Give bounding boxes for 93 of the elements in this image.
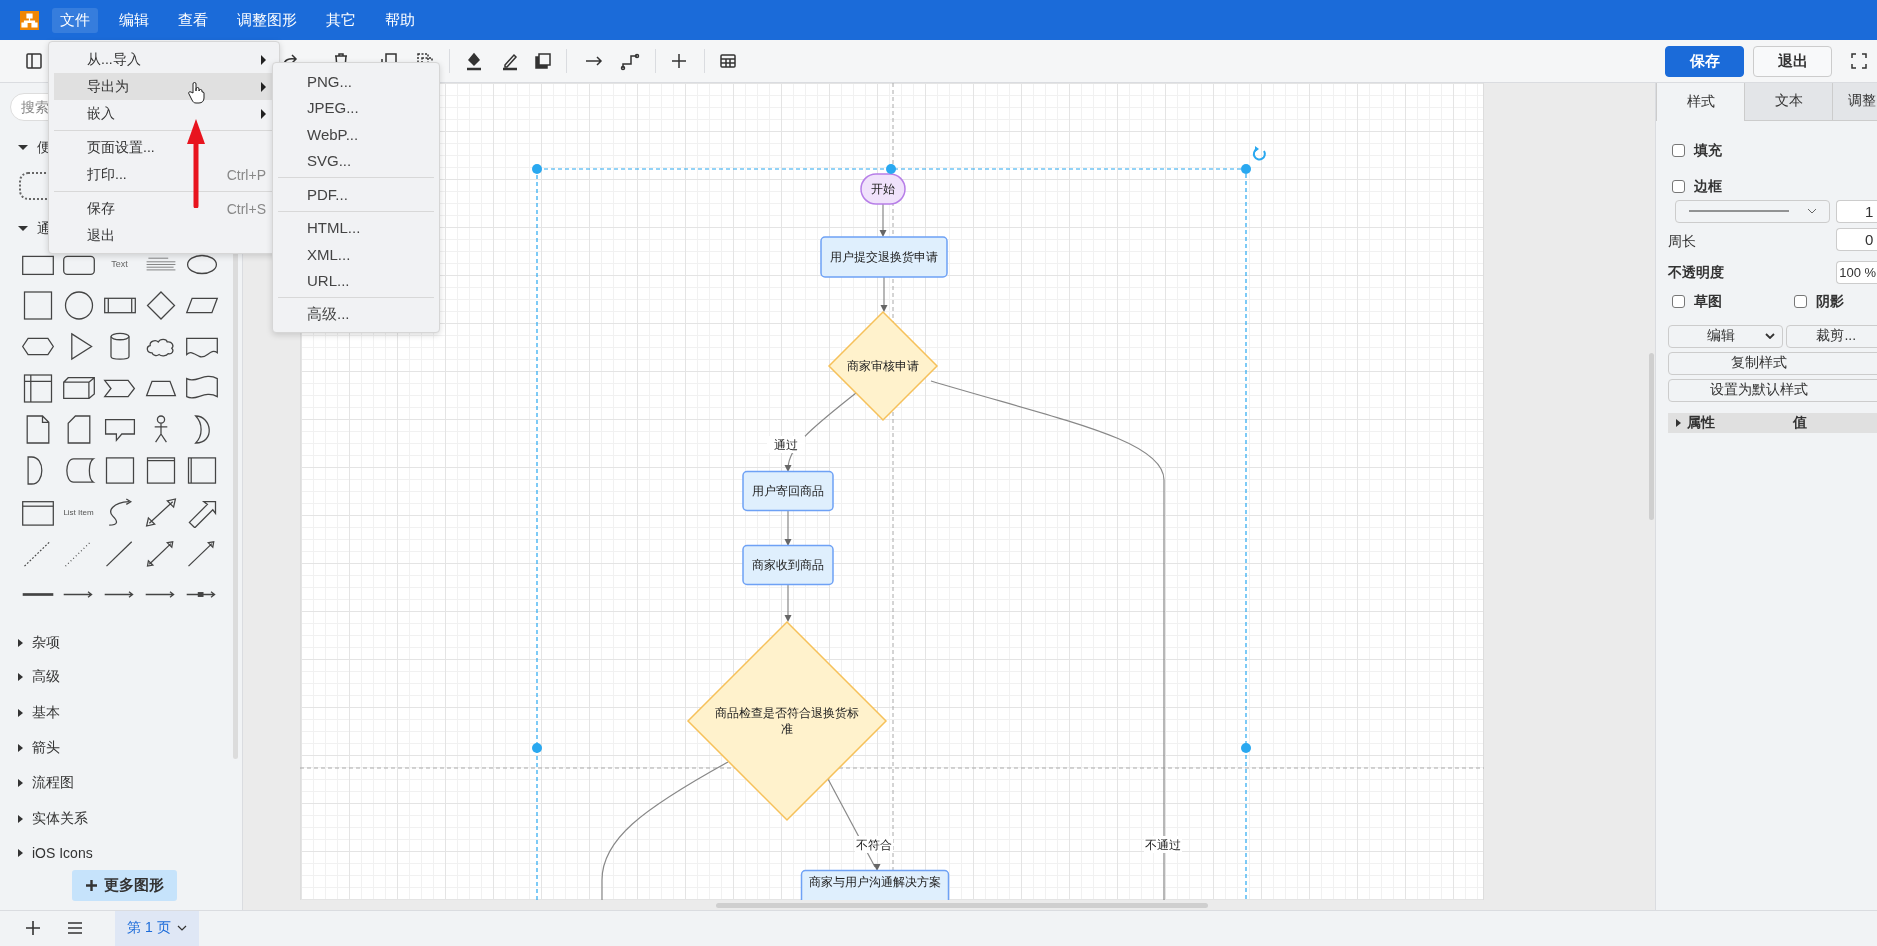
menu-item[interactable]: 编辑: [111, 7, 157, 33]
field-label: 不透明度: [1668, 263, 1725, 282]
save-button[interactable]: 保存: [1665, 46, 1744, 78]
line-color-icon[interactable]: [500, 51, 520, 72]
connector-arrow: [784, 584, 792, 622]
decision-node[interactable]: 商品检查是否符合退换货标准: [686, 620, 887, 821]
menu-item[interactable]: JPEG...: [278, 94, 434, 121]
plus-icon: [85, 879, 97, 891]
resize-handle[interactable]: [531, 742, 542, 753]
app-logo-icon[interactable]: [20, 10, 39, 30]
add-page-icon[interactable]: [25, 920, 41, 937]
exit-button[interactable]: 退出: [1753, 46, 1832, 78]
opacity-field[interactable]: 100 %: [1836, 260, 1877, 284]
menu-item[interactable]: HTML...: [278, 214, 434, 241]
menu-item[interactable]: 查看: [170, 7, 216, 33]
set-default-style-button[interactable]: 设置为默认样式: [1668, 378, 1877, 402]
menu-item[interactable]: 保存 Ctrl+S: [54, 195, 274, 222]
section-header[interactable]: 高级: [18, 667, 60, 686]
edit-select[interactable]: 编辑: [1668, 324, 1784, 348]
shortcut-label: Ctrl+S: [226, 200, 266, 217]
chevron-down-icon: [1764, 333, 1775, 340]
scrollbar[interactable]: [715, 902, 1208, 908]
column-header: 属性: [1687, 413, 1716, 432]
connector-arrow: [879, 203, 887, 237]
section-header[interactable]: 实体关系: [18, 809, 88, 828]
checkbox[interactable]: [1672, 180, 1686, 194]
menu-item[interactable]: 嵌入: [54, 100, 274, 127]
menu-item[interactable]: PDF...: [278, 181, 434, 208]
panel-tab[interactable]: 文本: [1744, 82, 1833, 121]
sidebar-toggle-icon[interactable]: [24, 51, 44, 72]
column-header: 值: [1793, 413, 1808, 432]
crop-button[interactable]: 裁剪...: [1786, 324, 1877, 348]
menu-item[interactable]: 退出: [54, 222, 274, 249]
menu-item[interactable]: URL...: [278, 267, 434, 294]
section-header[interactable]: 杂项: [18, 633, 60, 652]
menu-item[interactable]: 导出为: [54, 73, 274, 100]
menu-item[interactable]: 打印... Ctrl+P: [54, 161, 274, 188]
chevron-down-icon: [176, 925, 187, 932]
menu-item[interactable]: WebP...: [278, 121, 434, 148]
section-header[interactable]: 箭头: [18, 738, 60, 757]
menu-item[interactable]: 调整图形: [229, 7, 305, 33]
resize-handle[interactable]: [885, 163, 896, 174]
menu-item[interactable]: 高级...: [278, 301, 434, 328]
more-shapes-button[interactable]: 更多图形: [72, 869, 177, 901]
process-node[interactable]: 商家收到商品: [742, 544, 834, 585]
line-width-field[interactable]: 1: [1836, 199, 1877, 223]
decision-node[interactable]: 商家审核申请: [827, 310, 938, 421]
checkbox-label: 填充: [1694, 141, 1723, 160]
connector-arrow: [880, 276, 888, 312]
menu-item[interactable]: 文件: [52, 7, 98, 33]
resize-handle[interactable]: [531, 163, 542, 174]
shape-label[interactable]: List Item: [63, 507, 94, 517]
checkbox-label: 草图: [1694, 292, 1723, 311]
connector-arrow: [784, 510, 792, 546]
section-header[interactable]: 流程图: [18, 773, 74, 792]
field-label: 周长: [1668, 232, 1697, 251]
fullscreen-icon[interactable]: [1849, 51, 1869, 72]
resize-handle[interactable]: [1240, 163, 1251, 174]
menu-item[interactable]: 从...导入: [54, 46, 274, 73]
checkbox[interactable]: [1672, 295, 1686, 309]
menu-item[interactable]: XML...: [278, 241, 434, 268]
page-tab[interactable]: 第 1 页: [115, 910, 199, 946]
waypoint-icon[interactable]: [620, 51, 640, 72]
copy-style-button[interactable]: 复制样式: [1668, 351, 1877, 375]
process-node[interactable]: 商家与用户沟通解决方案: [800, 869, 949, 900]
process-node[interactable]: 用户提交退换货申请: [820, 235, 948, 278]
perimeter-field[interactable]: 0: [1836, 227, 1877, 251]
checkbox-label: 阴影: [1816, 292, 1845, 311]
menu-item[interactable]: 页面设置...: [54, 134, 274, 161]
properties-header[interactable]: 属性 值: [1668, 412, 1877, 433]
solid-line-icon: [1688, 210, 1789, 213]
panel-tab[interactable]: 调整: [1832, 82, 1877, 121]
process-node[interactable]: 用户寄回商品: [742, 470, 834, 511]
menu-icon[interactable]: [67, 920, 83, 937]
menu-item[interactable]: 帮助: [377, 7, 423, 33]
checkbox[interactable]: [1672, 144, 1686, 158]
section-header[interactable]: iOS Icons: [18, 843, 93, 862]
rotate-icon[interactable]: [1252, 145, 1266, 161]
line-style-dropdown[interactable]: [1675, 199, 1831, 223]
hand-cursor-icon: [188, 81, 205, 104]
menu-item[interactable]: SVG...: [278, 147, 434, 174]
resize-handle[interactable]: [1240, 742, 1251, 753]
fill-color-icon[interactable]: [464, 51, 484, 72]
scrollbar[interactable]: [1648, 352, 1654, 520]
checkbox-label: 边框: [1694, 177, 1723, 196]
menu-item[interactable]: 其它: [318, 7, 364, 33]
section-header[interactable]: 基本: [18, 703, 60, 722]
shape-label[interactable]: Text: [111, 259, 128, 270]
chevron-down-icon: [1806, 208, 1817, 215]
menu-item[interactable]: PNG...: [278, 68, 434, 95]
shortcut-label: Ctrl+P: [226, 166, 266, 183]
checkbox[interactable]: [1794, 295, 1808, 309]
shadow-icon[interactable]: [533, 51, 553, 72]
